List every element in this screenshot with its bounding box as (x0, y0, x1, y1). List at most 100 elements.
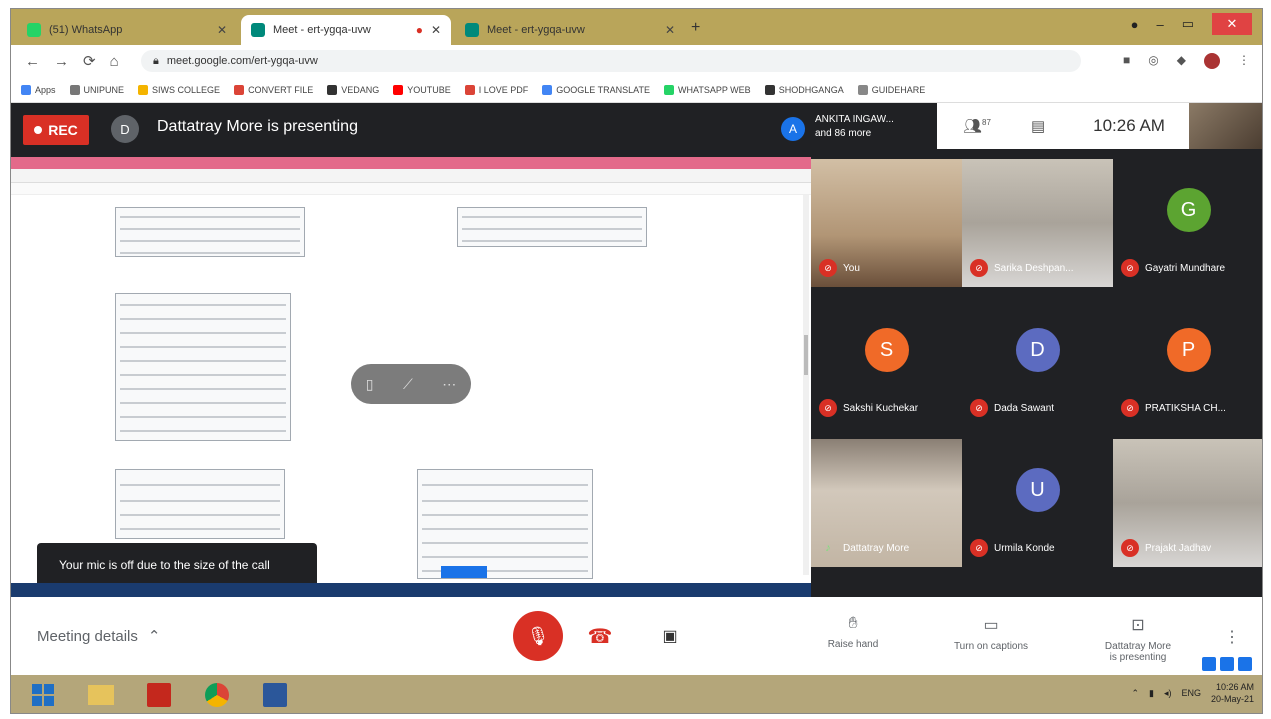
acrobat-button[interactable] (137, 677, 181, 713)
bookmark-item[interactable]: VEDANG (327, 84, 379, 95)
mic-toggle-button[interactable]: 🎙︎ (513, 611, 563, 661)
raise-hand-button[interactable]: ✋︎ Raise hand (823, 615, 883, 650)
recording-indicator[interactable]: REC (23, 115, 89, 145)
maximize-button[interactable]: ▭ (1182, 16, 1194, 32)
close-tab-icon[interactable]: ✕ (217, 23, 227, 37)
bookmark-item[interactable]: GUIDEHARE (857, 84, 925, 95)
windows-taskbar: ⌃ ▮ ◂) ENG 10:26 AM 20-May-21 (11, 675, 1262, 713)
forward-button[interactable]: → (54, 53, 69, 70)
tray-chevron-icon[interactable]: ⌃ (1131, 688, 1139, 699)
bookmark-label: SIWS COLLEGE (152, 84, 221, 95)
profile-icon[interactable]: ● (1131, 17, 1139, 32)
menu-kebab-icon[interactable]: ⋮ (1238, 53, 1250, 69)
bookmark-label: CONVERT FILE (248, 84, 314, 95)
participant-tile[interactable]: P ⊘ PRATIKSHA CH... (1113, 299, 1262, 427)
bookmark-icon (327, 84, 338, 95)
shared-screen-overlay-controls[interactable]: ▯ ⟋ ⋯ (351, 364, 471, 404)
camera-toggle-button[interactable]: ▣ (653, 619, 687, 653)
shared-address-bar (11, 169, 811, 183)
bookmark-item[interactable]: I LOVE PDF (464, 84, 529, 95)
word-button[interactable] (253, 677, 297, 713)
participant-tile[interactable]: G ⊘ Gayatri Mundhare (1113, 159, 1262, 287)
start-button[interactable] (21, 677, 65, 713)
chat-icon[interactable]: ▤ (1031, 117, 1045, 135)
participant-tile[interactable]: ⊘ Sarika Deshpan... (962, 159, 1113, 287)
address-bar-actions: ■ ◎ ◆ ⋮ (1123, 53, 1250, 69)
more-options-icon[interactable]: ⋮ (1224, 627, 1240, 647)
participant-name: You (843, 262, 860, 274)
participant-tile[interactable]: U ⊘ Urmila Konde (962, 439, 1113, 567)
wiki-table (115, 207, 305, 257)
bookmark-item[interactable]: SIWS COLLEGE (138, 84, 221, 95)
extension-icon[interactable]: ◎ (1148, 53, 1158, 69)
more-icon[interactable]: ⋯ (442, 376, 456, 393)
home-button[interactable]: ⌂ (110, 53, 119, 70)
bookmark-icon (857, 84, 868, 95)
tray-icon[interactable] (1238, 657, 1252, 671)
leave-call-button[interactable]: ☎︎ (583, 619, 617, 653)
participant-tile[interactable]: S ⊘ Sakshi Kuchekar (811, 299, 962, 427)
bookmark-icon (664, 84, 674, 95)
bookmark-item[interactable]: UNIPUNE (69, 84, 124, 95)
bookmark-item[interactable]: SHODHGANGA (764, 84, 844, 95)
captions-label: Turn on captions (953, 641, 1029, 652)
captions-button[interactable]: ▭ Turn on captions (941, 615, 1041, 652)
present-screen-icon: ⊡ (1131, 617, 1145, 634)
profile-avatar[interactable] (1204, 53, 1220, 69)
participant-tile[interactable]: ⊘ You (811, 159, 962, 287)
close-tab-icon[interactable]: ✕ (431, 23, 441, 37)
participant-name: Sarika Deshpan... (994, 262, 1074, 274)
participant-tile[interactable]: ♪ Dattatray More (811, 439, 962, 567)
mic-off-icon[interactable]: ⟋ (403, 376, 413, 393)
pdf-icon (147, 683, 171, 707)
mic-off-icon: ⊘ (1121, 259, 1139, 277)
participant-label: ♪ Dattatray More (819, 539, 909, 557)
minimize-button[interactable]: – (1156, 17, 1163, 32)
presenting-label-2: is presenting (1109, 652, 1167, 663)
tray-icon[interactable] (1202, 657, 1216, 671)
close-tab-icon[interactable]: ✕ (665, 23, 675, 37)
bookmark-item[interactable]: CONVERT FILE (234, 84, 314, 95)
shared-scrollbar (803, 195, 809, 575)
mic-off-toast: Your mic is off due to the size of the c… (37, 543, 317, 587)
bookmark-item[interactable]: YOUTUBE (393, 84, 451, 95)
participant-name: Urmila Konde (994, 542, 1055, 554)
self-view-thumbnail[interactable] (1189, 103, 1262, 149)
bookmark-label: I LOVE PDF (478, 84, 529, 95)
people-icon[interactable]: 👥︎87 (963, 117, 991, 135)
participants-summary[interactable]: ANKITA INGAW... and 86 more (815, 113, 894, 141)
bookmark-item[interactable]: Apps (21, 84, 56, 95)
shared-bookmarks (11, 183, 811, 195)
presenting-button[interactable]: ⊡ Dattatray More is presenting (1093, 615, 1183, 663)
reload-button[interactable]: ⟳ (83, 52, 96, 70)
whatsapp-icon (27, 23, 41, 37)
screen-frame: (51) WhatsApp ✕ Meet - ert-ygqa-uvw ● ✕ … (10, 8, 1263, 714)
bookmark-item[interactable]: WHATSAPP WEB (664, 84, 751, 95)
network-icon[interactable]: ▮ (1149, 688, 1154, 699)
wiki-table (457, 207, 647, 247)
language-indicator[interactable]: ENG (1181, 688, 1201, 698)
file-explorer-button[interactable] (79, 677, 123, 713)
bookmark-icon (464, 84, 475, 95)
browser-tab-meet-2[interactable]: Meet - ert-ygqa-uvw ✕ (455, 15, 685, 45)
new-tab-button[interactable]: + (691, 19, 700, 37)
url-input[interactable]: 🔒︎ meet.google.com/ert-ygqa-uvw (141, 50, 1081, 72)
participant-tile[interactable]: ⊘ Prajakt Jadhav (1113, 439, 1262, 567)
close-window-button[interactable]: ✕ (1212, 13, 1252, 35)
camera-indicator-icon[interactable]: ■ (1123, 53, 1130, 69)
extensions-puzzle-icon[interactable]: ◆ (1177, 53, 1186, 69)
meeting-details-button[interactable]: Meeting details ⌃ (37, 627, 160, 646)
chrome-button[interactable] (195, 677, 239, 713)
wiki-table (115, 293, 291, 441)
browser-tab-meet[interactable]: Meet - ert-ygqa-uvw ● ✕ (241, 15, 451, 45)
taskbar-clock[interactable]: 10:26 AM 20-May-21 (1211, 681, 1254, 705)
tray-icon[interactable] (1220, 657, 1234, 671)
bookmark-item[interactable]: GOOGLE TRANSLATE (542, 84, 650, 95)
browser-tab-whatsapp[interactable]: (51) WhatsApp ✕ (17, 15, 237, 45)
mic-icon[interactable]: ▯ (366, 376, 374, 393)
participant-tile[interactable]: D ⊘ Dada Sawant (962, 299, 1113, 427)
volume-icon[interactable]: ◂) (1164, 688, 1172, 699)
back-button[interactable]: ← (25, 53, 40, 70)
bookmark-label: WHATSAPP WEB (678, 84, 751, 95)
presenting-label-1: Dattatray More (1104, 641, 1172, 652)
